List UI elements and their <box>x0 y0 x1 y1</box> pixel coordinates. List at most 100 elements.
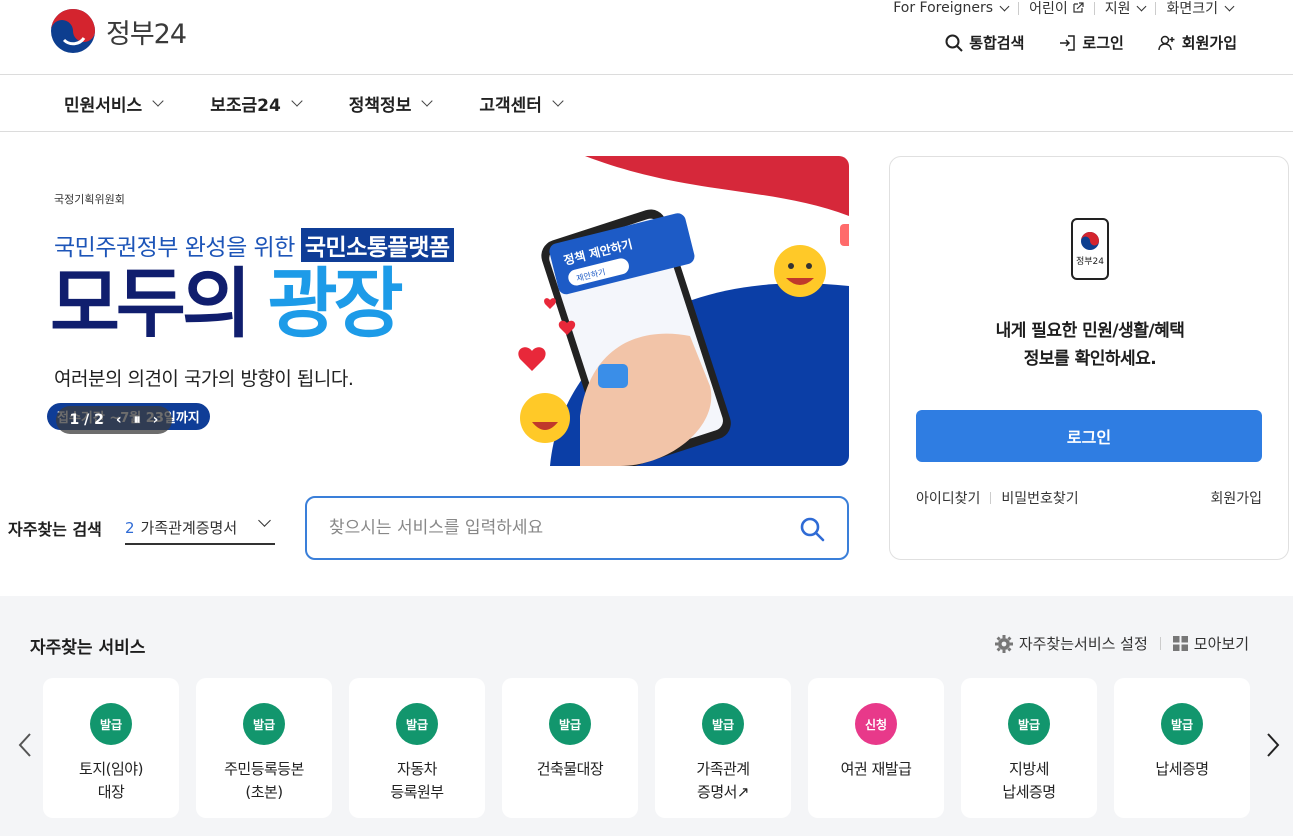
issue-badge: 발급 <box>90 703 132 745</box>
gnb-label: 보조금24 <box>210 95 281 116</box>
banner-illustration: 정책 제안하기 제안하기 <box>518 156 849 466</box>
frequent-search-select[interactable]: 2 가족관계증명서 <box>125 512 275 545</box>
login-link[interactable]: 로그인 <box>1058 32 1124 53</box>
for-foreigners-label: For Foreigners <box>893 0 994 16</box>
chevron-down-icon <box>1224 1 1235 11</box>
service-card-land-register[interactable]: 발급 토지(임야) 대장 <box>43 678 179 818</box>
integrated-search-link[interactable]: 통합검색 <box>945 32 1024 53</box>
signup-link[interactable]: 회원가입 <box>1210 488 1262 508</box>
issue-badge: 발급 <box>243 703 285 745</box>
signup-link[interactable]: 회원가입 <box>1158 32 1237 53</box>
banner-title: 모두의 광장 <box>50 258 404 349</box>
frequent-services-section: 자주찾는 서비스 자주찾는서비스 설정 모아보기 발급 토지(임야) 대장 발급주… <box>0 596 1293 836</box>
service-name: 자동차 등록원부 <box>390 760 444 801</box>
pause-icon[interactable]: ⏸ <box>134 412 141 428</box>
chevron-down-icon <box>1137 1 1147 11</box>
frequent-services-tools: 자주찾는서비스 설정 모아보기 <box>994 633 1249 654</box>
gov24-logo[interactable]: 정부24 <box>50 8 187 54</box>
utility-menu: For Foreigners 어린이 지원 화면크기 <box>883 0 1243 18</box>
service-card-resident-register[interactable]: 발급주민등록등본 (초본) <box>196 678 332 818</box>
screen-size-dropdown[interactable]: 화면크기 <box>1156 0 1243 18</box>
service-name: 지방세 납세증명 <box>1002 760 1056 801</box>
chevron-down-icon <box>291 95 303 107</box>
gnb-label: 정책정보 <box>348 95 412 116</box>
service-card-vehicle-register[interactable]: 발급자동차 등록원부 <box>349 678 485 818</box>
heart-message-icon <box>840 224 849 246</box>
promo-banner[interactable]: 정책 제안하기 제안하기 국정기획위원회 국민주권정부 완성을 위한 국민소통플… <box>40 156 849 466</box>
frequent-services-title: 자주찾는 서비스 <box>30 638 146 658</box>
login-card: 정부24 내게 필요한 민원/생활/혜택 정보를 확인하세요. 로그인 아이디찾… <box>889 156 1289 560</box>
service-search-input[interactable] <box>329 518 769 538</box>
gnb-label: 고객센터 <box>479 95 542 116</box>
prev-arrow-icon[interactable] <box>17 732 33 758</box>
find-password-link[interactable]: 비밀번호찾기 <box>1001 488 1078 508</box>
taegeuk-logo-icon <box>50 8 96 54</box>
service-name: 건축물대장 <box>536 760 604 778</box>
logo-text: 정부24 <box>106 18 187 50</box>
find-id-link[interactable]: 아이디찾기 <box>916 488 980 508</box>
prev-slide-icon[interactable]: ‹ <box>116 412 122 428</box>
kids-link[interactable]: 어린이 <box>1019 0 1094 18</box>
frequent-search-value: 가족관계증명서 <box>140 519 238 537</box>
phone-label: 정부24 <box>1075 257 1104 267</box>
service-card-passport-reissue[interactable]: 신청여권 재발급 <box>808 678 944 818</box>
service-card-building-register[interactable]: 발급 건축물대장 <box>502 678 638 818</box>
taegeuk-icon <box>1081 232 1099 250</box>
gnb-subsidy24[interactable]: 보조금24 <box>210 91 303 116</box>
gnb-civil-services[interactable]: 민원서비스 <box>64 91 164 116</box>
gear-icon <box>994 634 1013 653</box>
issue-badge: 발급 <box>1008 703 1050 745</box>
banner-headline-highlight: 국민소통플랫폼 <box>300 228 454 262</box>
external-link-icon <box>1073 2 1084 13</box>
banner-organization: 국정기획위원회 <box>54 193 125 206</box>
header: 정부24 For Foreigners 어린이 지원 화면크기 통합검색 로그인… <box>0 0 1293 75</box>
service-name: 주민등록등본 (초본) <box>224 760 304 801</box>
screen-size-label: 화면크기 <box>1166 1 1218 17</box>
divider <box>990 492 992 504</box>
heart-icon <box>518 347 546 371</box>
service-card-family-certificate[interactable]: 발급 가족관계 증명서↗ <box>655 678 791 818</box>
service-card-list: 발급 토지(임야) 대장 발급 주민등록등본 (초본) 발급 자동차 등록원부 발급 건… <box>43 678 1250 818</box>
issue-badge: 발급 <box>396 703 438 745</box>
frequent-search-rank: 2 <box>125 518 135 537</box>
banner-headline: 국민주권정부 완성을 위한 국민소통플랫폼 <box>54 228 454 262</box>
apply-badge: 신청 <box>855 703 897 745</box>
next-slide-icon[interactable]: › <box>153 412 159 428</box>
slide-counter: 1 / 2 <box>69 412 104 428</box>
main-navigation: 민원서비스 보조금24 정책정보 고객센터 <box>0 75 1293 132</box>
grin-emoji-icon <box>774 245 826 297</box>
view-all-services[interactable]: 모아보기 <box>1172 633 1249 654</box>
chevron-down-icon <box>258 514 271 527</box>
for-foreigners-dropdown[interactable]: For Foreigners <box>883 0 1018 16</box>
service-search-box <box>305 496 849 560</box>
frequent-search-label: 자주찾는 검색 <box>8 520 102 539</box>
chevron-down-icon <box>152 95 164 107</box>
service-name: 여권 재발급 <box>840 760 912 778</box>
search-icon <box>945 34 963 52</box>
search-icon[interactable] <box>799 516 825 542</box>
chevron-down-icon <box>421 95 434 107</box>
gnb-label: 민원서비스 <box>64 95 143 116</box>
account-links: 아이디찾기 비밀번호찾기 회원가입 <box>916 488 1262 508</box>
login-button[interactable]: 로그인 <box>916 410 1262 462</box>
issue-badge: 발급 <box>1161 703 1203 745</box>
gnb-policy-info[interactable]: 정책정보 <box>348 91 434 116</box>
service-name: 가족관계 증명서↗ <box>696 760 750 801</box>
grid-icon <box>1172 636 1188 651</box>
kids-label: 어린이 <box>1029 1 1068 17</box>
banner-title-part2: 광장 <box>267 259 404 348</box>
divider <box>1159 637 1161 650</box>
mobile-phone-icon: 정부24 <box>1071 218 1109 280</box>
gnb-customer-center[interactable]: 고객센터 <box>479 91 564 116</box>
signup-label: 회원가입 <box>1181 34 1237 52</box>
service-card-local-tax-certificate[interactable]: 발급지방세 납세증명 <box>961 678 1097 818</box>
frequent-services-settings[interactable]: 자주찾는서비스 설정 <box>994 633 1148 654</box>
service-name: 납세증명 <box>1155 760 1209 778</box>
smile-emoji-icon <box>520 393 570 443</box>
service-card-tax-certificate[interactable]: 발급납세증명 <box>1114 678 1250 818</box>
login-icon <box>1060 34 1076 51</box>
login-label: 로그인 <box>1082 34 1124 52</box>
user-plus-icon <box>1158 35 1175 50</box>
next-arrow-icon[interactable] <box>1265 732 1281 758</box>
support-dropdown[interactable]: 지원 <box>1095 0 1156 18</box>
